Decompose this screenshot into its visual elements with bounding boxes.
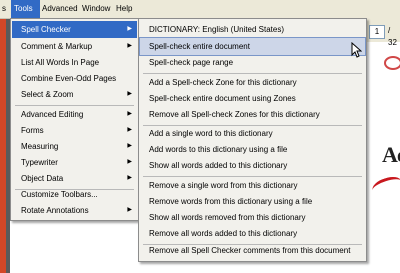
- page-number-input[interactable]: 1: [369, 25, 385, 39]
- submenu-arrow-icon: ▶: [127, 207, 132, 213]
- submenu-arrow-icon: ▶: [127, 159, 132, 165]
- submenu-arrow-icon: ▶: [127, 111, 132, 117]
- submenu-arrow-icon: ▶: [127, 143, 132, 149]
- menu-advanced[interactable]: Advanced: [40, 0, 80, 18]
- tools-item-comment-markup[interactable]: Comment & Markup ▶: [12, 38, 137, 55]
- page-total-label: / 32: [388, 26, 397, 47]
- document-swash-graphic: [370, 173, 400, 198]
- spell-item-remove-single-word[interactable]: Remove a single word from this dictionar…: [140, 177, 365, 194]
- submenu-arrow-icon: ▶: [127, 43, 132, 49]
- spell-item-show-removed-words[interactable]: Show all words removed from this diction…: [140, 209, 365, 226]
- mouse-pointer-icon: [351, 42, 362, 58]
- spell-item-show-added-words[interactable]: Show all words added to this dictionary: [140, 157, 365, 174]
- tools-item-rotate-annotations[interactable]: Rotate Annotations ▶: [12, 202, 137, 219]
- menu-help[interactable]: Help: [114, 0, 136, 18]
- spell-item-add-zone[interactable]: Add a Spell-check Zone for this dictiona…: [140, 74, 365, 91]
- navigation-pane-tab[interactable]: [0, 19, 6, 273]
- tools-item-list-all-words[interactable]: List All Words In Page: [12, 54, 137, 71]
- tools-item-select-zoom[interactable]: Select & Zoom ▶: [12, 86, 137, 103]
- spell-item-add-words-file[interactable]: Add words to this dictionary using a fil…: [140, 141, 365, 158]
- menu-tools[interactable]: Tools: [11, 0, 40, 18]
- markup-circle-icon[interactable]: [384, 56, 400, 70]
- tools-item-typewriter[interactable]: Typewriter ▶: [12, 154, 137, 171]
- submenu-arrow-icon: ▶: [127, 26, 132, 32]
- spell-item-check-entire-document[interactable]: Spell-check entire document: [139, 37, 366, 56]
- spell-item-remove-all-added[interactable]: Remove all words added to this dictionar…: [140, 225, 365, 242]
- spell-item-remove-comments[interactable]: Remove all Spell Checker comments from t…: [140, 242, 365, 259]
- tools-item-customize-toolbars[interactable]: Customize Toolbars...: [12, 186, 137, 203]
- submenu-arrow-icon: ▶: [127, 127, 132, 133]
- document-heading-fragment: Ad: [382, 142, 400, 167]
- spell-item-dictionary[interactable]: DICTIONARY: English (United States): [140, 21, 365, 38]
- tools-item-combine-even-odd[interactable]: Combine Even-Odd Pages: [12, 70, 137, 87]
- tools-item-object-data[interactable]: Object Data ▶: [12, 170, 137, 187]
- submenu-arrow-icon: ▶: [127, 175, 132, 181]
- tools-menu: Spell Checker ▶ Comment & Markup ▶ List …: [10, 18, 139, 221]
- tools-item-forms[interactable]: Forms ▶: [12, 122, 137, 139]
- tools-item-advanced-editing[interactable]: Advanced Editing ▶: [12, 106, 137, 123]
- menu-window[interactable]: Window: [80, 0, 112, 18]
- tools-item-measuring[interactable]: Measuring ▶: [12, 138, 137, 155]
- spell-item-remove-words-file[interactable]: Remove words from this dictionary using …: [140, 193, 365, 210]
- menu-bar: s Tools Advanced Window Help: [0, 0, 400, 19]
- spell-item-remove-all-zones[interactable]: Remove all Spell-check Zones for this di…: [140, 106, 365, 123]
- submenu-arrow-icon: ▶: [127, 91, 132, 97]
- spell-item-add-single-word[interactable]: Add a single word to this dictionary: [140, 125, 365, 142]
- spell-item-check-using-zones[interactable]: Spell-check entire document using Zones: [140, 90, 365, 107]
- spell-item-check-page-range[interactable]: Spell-check page range: [140, 54, 365, 71]
- spell-checker-submenu: DICTIONARY: English (United States) Spel…: [138, 18, 367, 262]
- tools-item-spell-checker[interactable]: Spell Checker ▶: [12, 21, 137, 38]
